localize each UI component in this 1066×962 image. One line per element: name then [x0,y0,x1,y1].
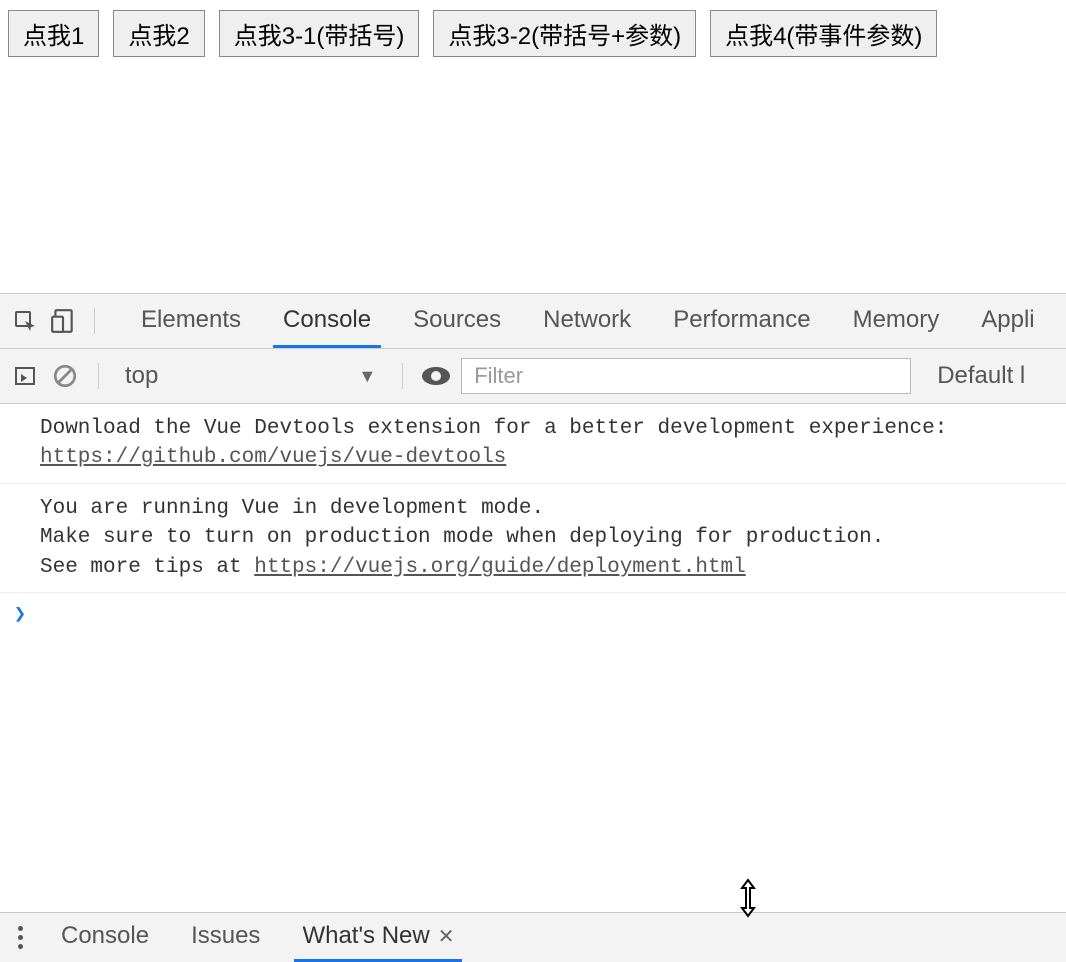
tab-elements[interactable]: Elements [131,294,251,348]
log-entry: You are running Vue in development mode.… [0,484,1066,593]
dropdown-arrow-icon: ▼ [358,366,376,387]
log-entry: Download the Vue Devtools extension for … [0,404,1066,484]
tab-application[interactable]: Appli [971,294,1044,348]
button-2[interactable]: 点我2 [113,10,204,57]
clear-console-icon[interactable] [50,361,80,391]
tab-sources[interactable]: Sources [403,294,511,348]
divider [98,363,99,389]
tab-performance[interactable]: Performance [663,294,820,348]
log-link[interactable]: https://vuejs.org/guide/deployment.html [254,556,745,579]
log-text: Download the Vue Devtools extension for … [40,417,947,440]
drawer-tab-console[interactable]: Console [53,913,157,962]
context-selector[interactable]: top ▼ [117,362,384,390]
devtools-header: Elements Console Sources Network Perform… [0,294,1066,349]
inspect-element-icon[interactable] [10,306,40,336]
devtools-tabs: Elements Console Sources Network Perform… [131,294,1045,348]
console-output: Download the Vue Devtools extension for … [0,404,1066,962]
tab-network[interactable]: Network [533,294,641,348]
log-link[interactable]: https://github.com/vuejs/vue-devtools [40,446,506,469]
tab-memory[interactable]: Memory [843,294,950,348]
page-content: 点我1 点我2 点我3-1(带括号) 点我3-2(带括号+参数) 点我4(带事件… [0,0,1066,67]
button-1[interactable]: 点我1 [8,10,99,57]
tab-console[interactable]: Console [273,294,381,348]
close-icon[interactable]: ✕ [438,924,455,949]
sidebar-toggle-icon[interactable] [10,361,40,391]
device-toolbar-icon[interactable] [48,306,78,336]
devtools-drawer: Console Issues What's New ✕ [0,912,1066,962]
console-prompt[interactable]: ❯ [0,593,1066,635]
button-3-2[interactable]: 点我3-2(带括号+参数) [433,10,696,57]
context-label: top [125,362,158,390]
divider [402,363,403,389]
more-menu-icon[interactable] [14,922,27,953]
console-toolbar: top ▼ Default l [0,349,1066,404]
divider [94,308,95,334]
drawer-tab-whatsnew[interactable]: What's New ✕ [294,913,462,962]
button-3-1[interactable]: 点我3-1(带括号) [219,10,420,57]
log-levels-selector[interactable]: Default l [937,362,1025,390]
filter-input[interactable] [461,358,911,394]
button-4[interactable]: 点我4(带事件参数) [710,10,937,57]
drawer-tab-issues[interactable]: Issues [183,913,268,962]
devtools-panel: Elements Console Sources Network Perform… [0,293,1066,962]
eye-icon[interactable] [421,361,451,391]
drawer-tab-label: What's New [302,922,429,950]
